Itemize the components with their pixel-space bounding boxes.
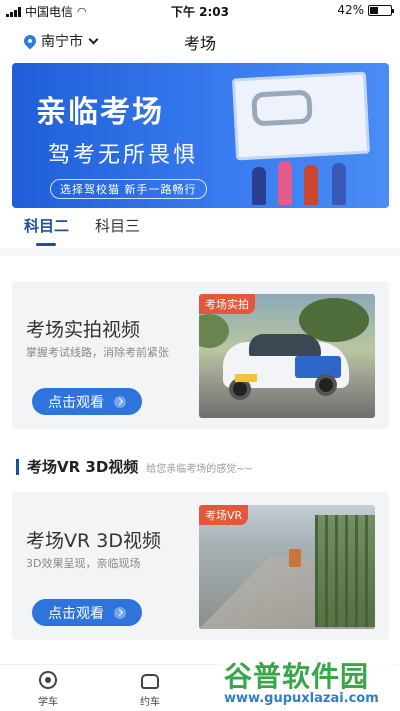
banner-people-illustration: [248, 159, 368, 205]
watch-button[interactable]: 点击观看: [32, 388, 142, 415]
card-title: 考场VR 3D视频: [26, 530, 161, 552]
exam-car-photo: 考场实拍: [199, 294, 375, 418]
video-card-onsite[interactable]: 考场实拍视频 掌握考试线路，消除考前紧张 点击观看 考场实拍: [12, 281, 389, 429]
watch-button-label: 点击观看: [48, 605, 104, 622]
tab-learn[interactable]: 学车: [18, 671, 78, 708]
banner-subtitle: 驾考无所畏惧: [48, 143, 199, 168]
photo-tag: 考场VR: [199, 505, 249, 525]
subject-tabs: 科目二 科目三: [24, 215, 140, 246]
tab-subject-two[interactable]: 科目二: [24, 215, 69, 246]
watermark-brand: 谷普软件园: [224, 660, 370, 693]
section-header: 考场VR 3D视频 给您亲临考场的感觉~~: [16, 456, 253, 477]
tab-book-label: 约车: [140, 697, 160, 708]
status-right: 42%: [337, 3, 394, 17]
watch-button[interactable]: 点击观看: [32, 599, 142, 626]
battery-fill: [370, 6, 379, 14]
status-bar: 中国电信 ◠ 下午 2:03 42%: [0, 0, 400, 20]
promo-banner[interactable]: 亲临考场 驾考无所畏惧 选择驾校猫 新手一路畅行: [12, 63, 389, 208]
tab-learn-label: 学车: [38, 697, 58, 708]
banner-title: 亲临考场: [36, 95, 164, 130]
card-subtitle: 3D效果呈现，亲临现场: [26, 557, 141, 570]
banner-tagline: 选择驾校猫 新手一路畅行: [50, 179, 207, 199]
watermark-url: www.gupuxlazai.com: [224, 691, 379, 706]
steering-wheel-icon: [39, 671, 57, 689]
section-title: 考场VR 3D视频: [27, 458, 139, 476]
license-plate: [235, 374, 257, 382]
tab-subject-three[interactable]: 科目三: [95, 215, 140, 236]
section-marker: [16, 458, 19, 475]
arrow-right-icon: [114, 395, 126, 408]
nav-bar: 南宁市 考场: [0, 24, 400, 58]
car-icon: [141, 674, 159, 689]
video-card-vr[interactable]: 考场VR 3D视频 3D效果呈现，亲临现场 点击观看 考场VR: [12, 492, 389, 640]
card-subtitle: 掌握考试线路，消除考前紧张: [26, 346, 169, 359]
tab-book[interactable]: 约车: [120, 671, 180, 708]
arrow-right-icon: [114, 606, 126, 619]
exam-road-photo: 考场VR: [199, 505, 375, 629]
section-divider: [0, 248, 400, 256]
battery-icon: [368, 4, 394, 16]
battery-percent: 42%: [337, 3, 364, 17]
banner-track-illustration: [251, 89, 313, 127]
photo-tag: 考场实拍: [199, 294, 255, 314]
card-title: 考场实拍视频: [26, 319, 141, 341]
section-subtitle: 给您亲临考场的感觉~~: [146, 464, 254, 475]
site-watermark: 谷普软件园 www.gupuxlazai.com: [218, 655, 398, 711]
page-title: 考场: [183, 34, 216, 53]
watch-button-label: 点击观看: [48, 394, 104, 411]
